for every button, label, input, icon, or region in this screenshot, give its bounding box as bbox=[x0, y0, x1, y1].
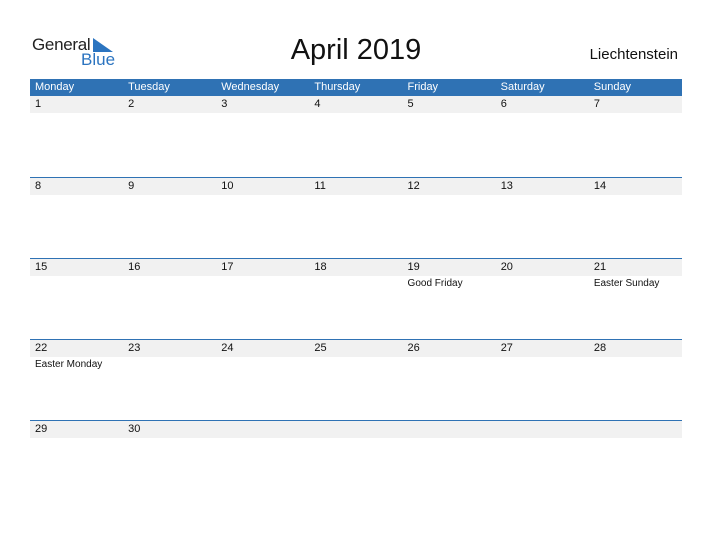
day-cell[interactable]: 29 bbox=[30, 421, 123, 502]
holiday-event: Easter Monday bbox=[35, 359, 103, 370]
day-number: 12 bbox=[407, 180, 420, 192]
day-cell[interactable]: 24 bbox=[216, 340, 309, 421]
day-cell[interactable]: 26 bbox=[403, 340, 496, 421]
weekday-sunday: Sunday bbox=[593, 81, 632, 93]
day-cell[interactable] bbox=[309, 421, 402, 502]
day-number: 17 bbox=[221, 261, 234, 273]
day-cell[interactable]: 8 bbox=[30, 178, 123, 259]
day-number: 18 bbox=[314, 261, 327, 273]
day-number: 2 bbox=[128, 98, 135, 110]
day-number: 4 bbox=[314, 98, 321, 110]
day-number: 27 bbox=[500, 342, 513, 354]
day-number: 24 bbox=[221, 342, 234, 354]
holiday-event: Easter Sunday bbox=[593, 278, 660, 289]
day-number: 22 bbox=[35, 342, 48, 354]
day-number: 11 bbox=[314, 180, 326, 192]
day-number: 5 bbox=[407, 98, 414, 110]
day-cell[interactable]: 25 bbox=[309, 340, 402, 421]
day-cell[interactable]: 21 Easter Sunday bbox=[589, 259, 682, 340]
weekday-wednesday: Wednesday bbox=[221, 81, 280, 93]
day-cell[interactable] bbox=[403, 421, 496, 502]
day-cell[interactable]: 17 bbox=[216, 259, 309, 340]
day-number: 16 bbox=[128, 261, 141, 273]
day-cell[interactable]: 2 bbox=[123, 96, 216, 177]
day-number: 7 bbox=[593, 98, 600, 110]
day-cell[interactable]: 30 bbox=[123, 421, 216, 502]
day-number: 15 bbox=[35, 261, 48, 273]
day-number: 13 bbox=[500, 180, 513, 192]
day-cell[interactable]: 10 bbox=[216, 178, 309, 259]
day-number: 25 bbox=[314, 342, 327, 354]
day-number: 21 bbox=[593, 261, 607, 273]
day-cell[interactable]: 12 bbox=[403, 178, 496, 259]
day-cell[interactable]: 1 bbox=[30, 96, 123, 177]
day-cell[interactable]: 27 bbox=[496, 340, 589, 421]
day-cell[interactable]: 6 bbox=[496, 96, 589, 177]
day-number: 3 bbox=[221, 98, 228, 110]
day-number: 1 bbox=[35, 98, 42, 110]
day-cell[interactable]: 14 bbox=[589, 178, 682, 259]
holiday-event: Good Friday bbox=[407, 278, 463, 289]
weekday-saturday: Saturday bbox=[500, 81, 545, 93]
weekday-thursday: Thursday bbox=[314, 81, 361, 93]
week-row: 29 30 bbox=[30, 420, 682, 502]
day-cell[interactable]: 15 bbox=[30, 259, 123, 340]
week-row: 15 16 17 18 19 Good Friday 20 21 Easter Sunday bbox=[30, 258, 682, 340]
day-number: 20 bbox=[500, 261, 513, 273]
weekday-header: Monday Tuesday Wednesday Thursday Friday Satu… bbox=[30, 79, 682, 96]
weekday-tuesday: Tuesday bbox=[128, 81, 170, 93]
day-cell[interactable]: 9 bbox=[123, 178, 216, 259]
day-number: 14 bbox=[593, 180, 607, 192]
week-row: 22 Easter Monday 23 24 25 26 27 28 bbox=[30, 339, 682, 421]
day-cell[interactable]: 4 bbox=[309, 96, 402, 177]
day-cell[interactable]: 23 bbox=[123, 340, 216, 421]
day-number: 6 bbox=[500, 98, 507, 110]
day-cell[interactable]: 20 bbox=[496, 259, 589, 340]
day-cell[interactable]: 13 bbox=[496, 178, 589, 259]
day-cell[interactable]: 7 bbox=[589, 96, 682, 177]
day-number: 8 bbox=[35, 180, 42, 192]
day-cell[interactable] bbox=[589, 421, 682, 502]
day-cell[interactable]: 11 bbox=[309, 178, 402, 259]
day-number: 9 bbox=[128, 180, 135, 192]
day-cell[interactable]: 16 bbox=[123, 259, 216, 340]
day-cell[interactable] bbox=[496, 421, 589, 502]
day-cell[interactable]: 22 Easter Monday bbox=[30, 340, 123, 421]
day-number: 29 bbox=[35, 423, 48, 435]
day-cell[interactable]: 18 bbox=[309, 259, 402, 340]
week-row: 8 9 10 11 12 13 14 bbox=[30, 177, 682, 259]
day-number: 19 bbox=[407, 261, 420, 273]
day-number: 23 bbox=[128, 342, 141, 354]
day-cell[interactable]: 5 bbox=[403, 96, 496, 177]
weekday-friday: Friday bbox=[407, 81, 439, 93]
country-label: Liechtenstein bbox=[589, 46, 678, 63]
weekday-monday: Monday bbox=[35, 81, 75, 93]
day-number: 10 bbox=[221, 180, 234, 192]
day-cell[interactable] bbox=[216, 421, 309, 502]
day-cell[interactable]: 28 bbox=[589, 340, 682, 421]
day-cell[interactable]: 19 Good Friday bbox=[403, 259, 496, 340]
day-number: 28 bbox=[593, 342, 607, 354]
day-number: 26 bbox=[407, 342, 420, 354]
day-cell[interactable]: 3 bbox=[216, 96, 309, 177]
week-row: 1 2 3 4 5 6 7 bbox=[30, 96, 682, 177]
day-number: 30 bbox=[128, 423, 141, 435]
